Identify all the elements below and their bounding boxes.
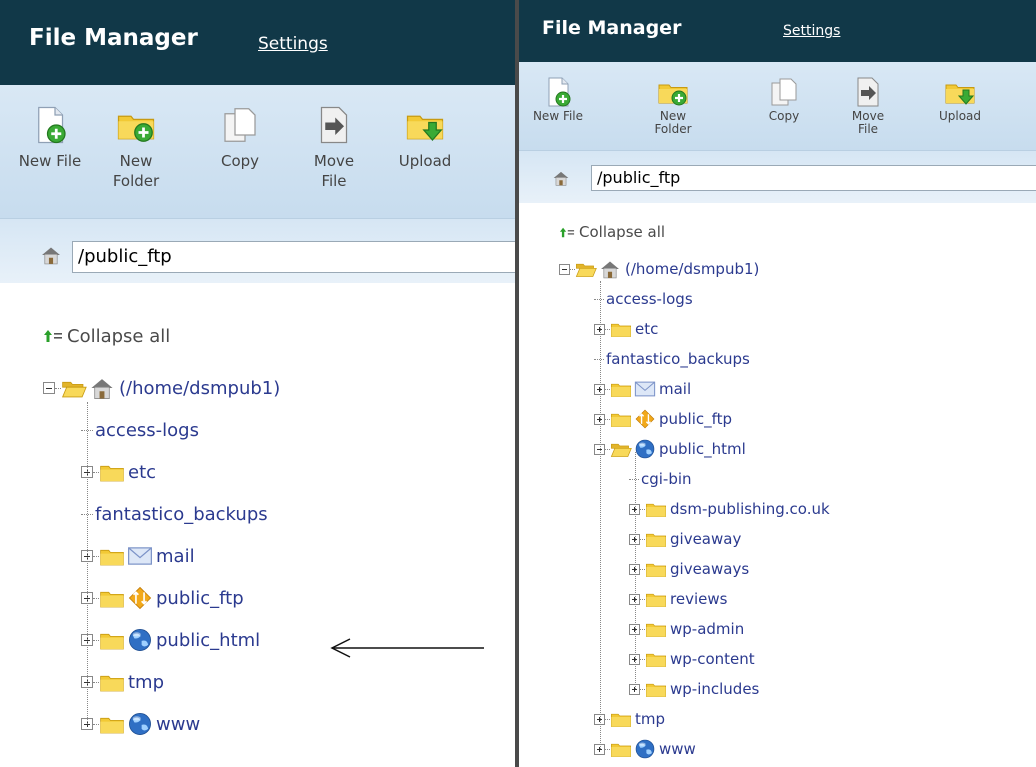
- tree-item-label[interactable]: cgi-bin: [641, 470, 692, 488]
- globe-icon: [127, 627, 153, 653]
- tree-item-wp-content[interactable]: wp-content: [629, 647, 755, 671]
- tree-item-tmp[interactable]: tmp: [594, 707, 665, 731]
- folder-icon: [99, 627, 125, 653]
- folder-icon: [645, 528, 667, 550]
- tree-item-www[interactable]: www: [594, 737, 696, 761]
- tree-item-fantastico-backups[interactable]: fantastico_backups: [594, 347, 750, 371]
- tree-item-dsm-publishing-co-uk[interactable]: dsm-publishing.co.uk: [629, 497, 830, 521]
- tree-item-mail[interactable]: mail: [81, 542, 195, 570]
- folder-open-icon: [575, 258, 597, 280]
- tree-item-label[interactable]: wp-content: [670, 650, 755, 668]
- tree-item-label[interactable]: www: [156, 714, 200, 735]
- folder-open-icon: [61, 375, 87, 401]
- tree-item-label[interactable]: public_ftp: [659, 410, 732, 428]
- tree-item-label[interactable]: fantastico_backups: [95, 504, 268, 525]
- tree-item-label[interactable]: fantastico_backups: [606, 350, 750, 368]
- tree-item-giveaways[interactable]: giveaways: [629, 557, 749, 581]
- globe-icon: [127, 711, 153, 737]
- folder-icon: [610, 738, 632, 760]
- tree-item-public-ftp[interactable]: public_ftp: [81, 584, 244, 612]
- tree-item-label[interactable]: etc: [635, 320, 658, 338]
- tree-item-giveaway[interactable]: giveaway: [629, 527, 741, 551]
- home-icon: [599, 258, 621, 280]
- tree-item-label[interactable]: public_html: [659, 440, 746, 458]
- tree-item-label[interactable]: www: [659, 740, 696, 758]
- tree-item-www[interactable]: www: [81, 710, 200, 738]
- tree-item-label[interactable]: access-logs: [606, 290, 693, 308]
- folder-icon: [645, 588, 667, 610]
- folder-icon: [610, 378, 632, 400]
- folder-icon: [645, 558, 667, 580]
- directory-tree: Collapse all (/home/dsmpub1) access-logs et…: [519, 0, 1036, 767]
- tree-item-label[interactable]: wp-includes: [670, 680, 759, 698]
- tree-item-public-html[interactable]: public_html: [81, 626, 260, 654]
- ftp-icon: [127, 585, 153, 611]
- folder-icon: [99, 669, 125, 695]
- tree-root-label[interactable]: (/home/dsmpub1): [625, 260, 759, 278]
- mail-icon: [634, 378, 656, 400]
- folder-open-icon: [610, 438, 632, 460]
- tree-root[interactable]: (/home/dsmpub1): [559, 257, 759, 281]
- folder-icon: [610, 408, 632, 430]
- tree-item-label[interactable]: etc: [128, 462, 156, 483]
- tree-item-tmp[interactable]: tmp: [81, 668, 164, 696]
- tree-item-label[interactable]: mail: [156, 546, 195, 567]
- tree-item-label[interactable]: public_ftp: [156, 588, 244, 609]
- folder-icon: [645, 648, 667, 670]
- tree-item-label[interactable]: giveaway: [670, 530, 741, 548]
- tree-item-fantastico-backups[interactable]: fantastico_backups: [81, 500, 268, 528]
- tree-item-reviews[interactable]: reviews: [629, 587, 727, 611]
- tree-item-label[interactable]: giveaways: [670, 560, 749, 578]
- folder-icon: [645, 498, 667, 520]
- folder-icon: [645, 618, 667, 640]
- folder-icon: [610, 708, 632, 730]
- home-icon: [89, 375, 115, 401]
- tree-item-label[interactable]: tmp: [128, 672, 164, 693]
- tree-item-etc[interactable]: etc: [81, 458, 156, 486]
- tree-item-access-logs[interactable]: access-logs: [81, 416, 199, 444]
- tree-item-label[interactable]: tmp: [635, 710, 665, 728]
- tree-item-label[interactable]: dsm-publishing.co.uk: [670, 500, 830, 518]
- right-file-manager-panel: File Manager Settings New File New Folder Cop…: [519, 0, 1036, 767]
- ftp-icon: [634, 408, 656, 430]
- left-file-manager-panel: File Manager Settings New File New Folder Cop…: [0, 0, 515, 767]
- collapse-all-link[interactable]: Collapse all: [43, 322, 170, 350]
- folder-icon: [99, 585, 125, 611]
- annotation-arrow: [330, 638, 484, 658]
- tree-item-label[interactable]: access-logs: [95, 420, 199, 441]
- collapse-toggle[interactable]: [43, 382, 55, 394]
- tree-item-label[interactable]: mail: [659, 380, 691, 398]
- folder-icon: [99, 543, 125, 569]
- tree-item-wp-admin[interactable]: wp-admin: [629, 617, 744, 641]
- tree-root-label[interactable]: (/home/dsmpub1): [119, 378, 280, 399]
- tree-item-mail[interactable]: mail: [594, 377, 691, 401]
- tree-guide-line: [634, 452, 636, 689]
- globe-icon: [634, 438, 656, 460]
- tree-item-wp-includes[interactable]: wp-includes: [629, 677, 759, 701]
- collapse-all-label[interactable]: Collapse all: [579, 223, 665, 241]
- folder-icon: [99, 459, 125, 485]
- collapse-all-label[interactable]: Collapse all: [67, 326, 170, 347]
- globe-icon: [634, 738, 656, 760]
- mail-icon: [127, 543, 153, 569]
- tree-item-access-logs[interactable]: access-logs: [594, 287, 693, 311]
- tree-item-label[interactable]: wp-admin: [670, 620, 744, 638]
- collapse-all-link[interactable]: Collapse all: [559, 220, 665, 244]
- collapse-all-icon[interactable]: [559, 227, 575, 238]
- tree-item-public-ftp[interactable]: public_ftp: [594, 407, 732, 431]
- folder-icon: [99, 711, 125, 737]
- tree-item-public-html[interactable]: public_html: [594, 437, 746, 461]
- folder-icon: [610, 318, 632, 340]
- collapse-toggle[interactable]: [559, 263, 570, 275]
- tree-guide-line: [599, 281, 601, 749]
- tree-item-label[interactable]: reviews: [670, 590, 727, 608]
- tree-item-cgi-bin[interactable]: cgi-bin: [629, 467, 692, 491]
- tree-item-etc[interactable]: etc: [594, 317, 658, 341]
- tree-item-label[interactable]: public_html: [156, 630, 260, 651]
- collapse-all-icon[interactable]: [43, 329, 63, 343]
- tree-root[interactable]: (/home/dsmpub1): [43, 374, 280, 402]
- folder-icon: [645, 678, 667, 700]
- tree-guide-line: [87, 402, 88, 724]
